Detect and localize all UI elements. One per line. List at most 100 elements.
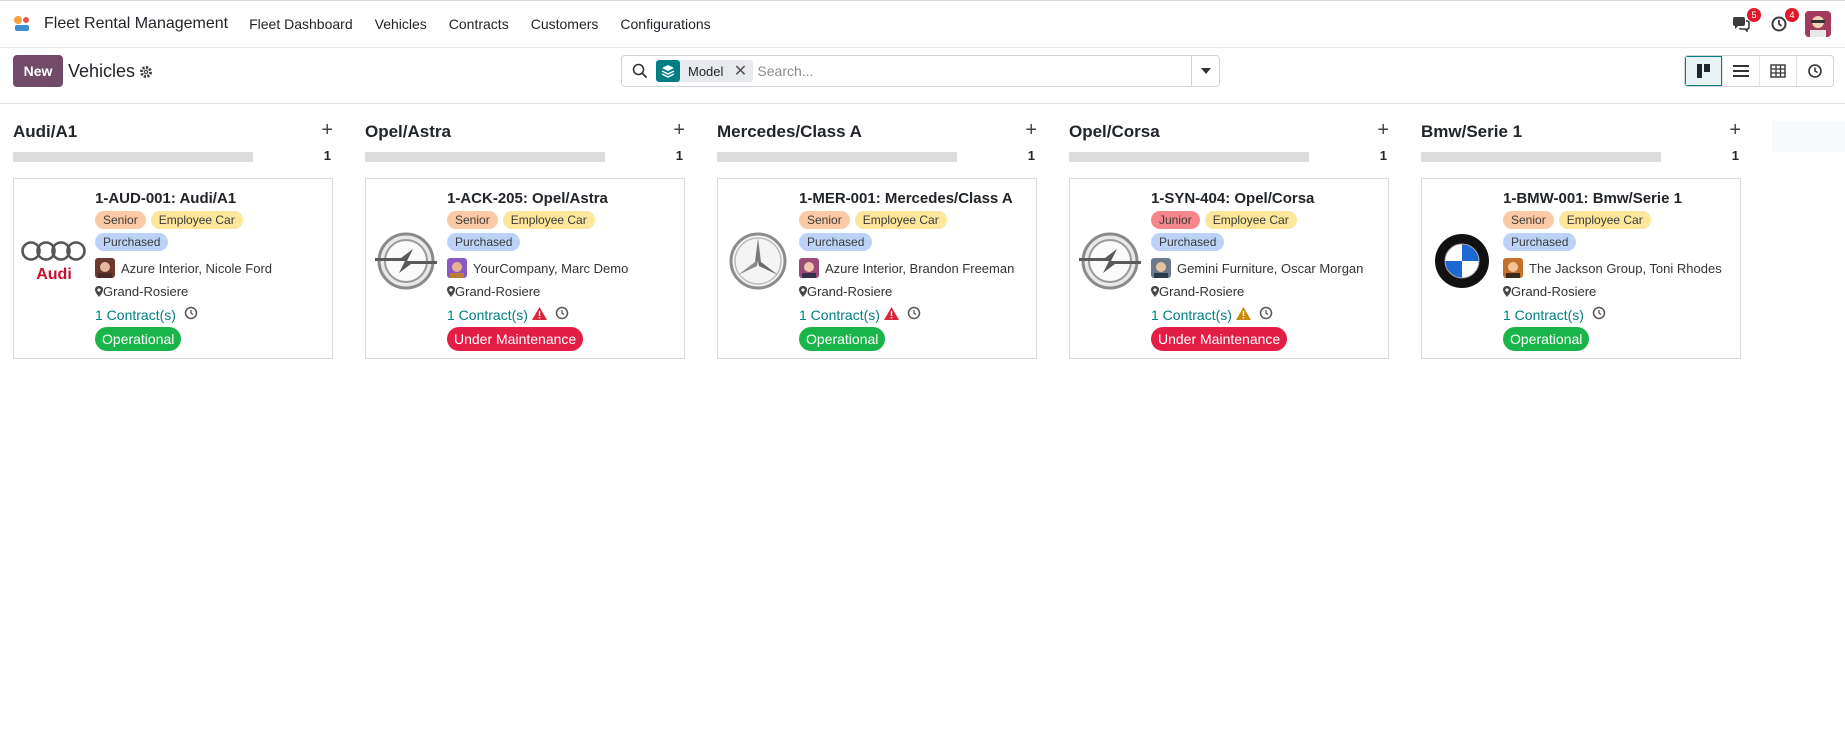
contracts-row: 1 Contract(s)	[95, 306, 326, 323]
contracts-link[interactable]: 1 Contract(s)	[799, 307, 880, 323]
location-name: Grand-Rosiere	[807, 284, 893, 299]
map-marker-icon	[95, 286, 103, 297]
opel-logo	[372, 231, 440, 291]
tag-senior: Senior	[1503, 211, 1554, 229]
tag-list: Senior Employee Car Purchased	[1503, 211, 1703, 255]
card-body: 1-AUD-001: Audi/A1 Senior Employee Car P…	[95, 190, 326, 351]
tag-employee-car: Employee Car	[150, 211, 243, 229]
column-progress-bar[interactable]	[13, 152, 253, 162]
vehicle-card[interactable]: 1-SYN-404: Opel/Corsa Junior Employee Ca…	[1069, 178, 1389, 359]
vehicle-card[interactable]: 1-BMW-001: Bmw/Serie 1 Senior Employee C…	[1421, 178, 1741, 359]
location-name: Grand-Rosiere	[1159, 284, 1245, 299]
activity-clock-icon[interactable]	[555, 306, 569, 323]
driver-avatar	[1151, 258, 1171, 278]
warning-icon	[531, 306, 547, 323]
status-badge[interactable]: Operational	[799, 327, 886, 351]
activities-button[interactable]: 4	[1765, 8, 1799, 38]
kanban-column: Bmw/Serie 1 + 1 1-BMW-001: Bmw/Serie 1 S…	[1421, 105, 1741, 359]
quick-create-plus-icon[interactable]: +	[321, 119, 333, 142]
warning-icon	[1235, 306, 1251, 323]
column-progress-bar[interactable]	[1421, 152, 1661, 162]
menu-vehicles[interactable]: Vehicles	[375, 16, 427, 32]
activity-clock-icon[interactable]	[184, 306, 198, 323]
contracts-link[interactable]: 1 Contract(s)	[1151, 307, 1232, 323]
column-count: 1	[675, 148, 683, 163]
tag-purchased: Purchased	[799, 233, 873, 251]
tag-purchased: Purchased	[1151, 233, 1225, 251]
menu-contracts[interactable]: Contracts	[449, 16, 509, 32]
activity-clock-icon[interactable]	[907, 306, 921, 323]
menu-customers[interactable]: Customers	[531, 16, 599, 32]
activity-clock-icon[interactable]	[1592, 306, 1606, 323]
opel-logo	[1076, 231, 1144, 291]
menu-fleet-dashboard[interactable]: Fleet Dashboard	[249, 16, 353, 32]
column-title[interactable]: Audi/A1	[13, 122, 77, 142]
messages-badge: 5	[1747, 8, 1761, 22]
status-badge[interactable]: Under Maintenance	[447, 327, 584, 351]
tag-employee-car: Employee Car	[502, 211, 595, 229]
status-badge[interactable]: Operational	[1503, 327, 1590, 351]
vehicle-card[interactable]: 1-MER-001: Mercedes/Class A Senior Emplo…	[717, 178, 1037, 359]
search-input[interactable]	[757, 57, 1191, 85]
activities-badge: 4	[1785, 8, 1799, 22]
column-header: Mercedes/Class A + 1	[717, 105, 1037, 163]
location: Grand-Rosiere	[95, 284, 326, 299]
driver-avatar	[799, 258, 819, 278]
kanban-column: Audi/A1 + 1 Audi 1-AUD-001: Audi/A1 Seni…	[13, 105, 333, 359]
menu-configurations[interactable]: Configurations	[620, 16, 710, 32]
vehicle-title: 1-SYN-404: Opel/Corsa	[1151, 190, 1315, 207]
search-icon[interactable]	[632, 63, 648, 79]
search-bar: Model ✕	[621, 55, 1220, 87]
map-marker-icon	[1151, 286, 1159, 297]
warning-icon	[883, 306, 899, 323]
vehicle-card[interactable]: 1-ACK-205: Opel/Astra Senior Employee Ca…	[365, 178, 685, 359]
contracts-row: 1 Contract(s)	[447, 306, 678, 323]
column-title[interactable]: Opel/Corsa	[1069, 122, 1160, 142]
user-avatar[interactable]	[1805, 11, 1831, 37]
tag-senior: Senior	[799, 211, 850, 229]
map-marker-icon	[799, 286, 807, 297]
column-title[interactable]: Opel/Astra	[365, 122, 451, 142]
column-progress-bar[interactable]	[365, 152, 605, 162]
quick-create-plus-icon[interactable]: +	[1729, 119, 1741, 142]
quick-create-plus-icon[interactable]: +	[1025, 119, 1037, 142]
list-view-button[interactable]	[1722, 56, 1759, 86]
vehicle-card[interactable]: Audi 1-AUD-001: Audi/A1 Senior Employee …	[13, 178, 333, 359]
activity-clock-icon[interactable]	[1259, 306, 1273, 323]
control-panel: New Vehicles Model ✕	[0, 48, 1845, 104]
column-title[interactable]: Bmw/Serie 1	[1421, 122, 1522, 142]
tag-junior: Junior	[1151, 211, 1200, 229]
activity-view-button[interactable]	[1796, 56, 1833, 86]
fleet-app-icon[interactable]	[12, 14, 32, 34]
view-switcher	[1684, 55, 1834, 87]
messages-button[interactable]: 5	[1727, 8, 1761, 38]
driver-name: The Jackson Group, Toni Rhodes	[1529, 260, 1722, 276]
facet-remove-icon[interactable]: ✕	[731, 61, 749, 81]
add-column-area[interactable]	[1772, 121, 1845, 152]
map-marker-icon	[1503, 286, 1511, 297]
contracts-link[interactable]: 1 Contract(s)	[447, 307, 528, 323]
gear-icon[interactable]	[139, 65, 153, 79]
search-options-toggle[interactable]	[1191, 56, 1219, 86]
kanban-view-button[interactable]	[1685, 56, 1722, 86]
contracts-link[interactable]: 1 Contract(s)	[95, 307, 176, 323]
column-title[interactable]: Mercedes/Class A	[717, 122, 862, 142]
tag-senior: Senior	[447, 211, 498, 229]
card-body: 1-ACK-205: Opel/Astra Senior Employee Ca…	[447, 190, 678, 351]
list-icon	[1733, 65, 1749, 77]
quick-create-plus-icon[interactable]: +	[1377, 119, 1389, 142]
driver: Gemini Furniture, Oscar Morgan	[1151, 258, 1382, 278]
vehicle-title: 1-MER-001: Mercedes/Class A	[799, 190, 1013, 207]
contracts-row: 1 Contract(s)	[1151, 306, 1382, 323]
tag-purchased: Purchased	[1503, 233, 1577, 251]
new-button[interactable]: New	[13, 55, 63, 87]
contracts-link[interactable]: 1 Contract(s)	[1503, 307, 1584, 323]
status-badge[interactable]: Under Maintenance	[1151, 327, 1288, 351]
pivot-view-button[interactable]	[1759, 56, 1796, 86]
status-badge[interactable]: Operational	[95, 327, 182, 351]
column-progress-bar[interactable]	[1069, 152, 1309, 162]
driver: Azure Interior, Brandon Freeman	[799, 258, 1030, 278]
app-name[interactable]: Fleet Rental Management	[44, 15, 228, 33]
quick-create-plus-icon[interactable]: +	[673, 119, 685, 142]
column-progress-bar[interactable]	[717, 152, 957, 162]
